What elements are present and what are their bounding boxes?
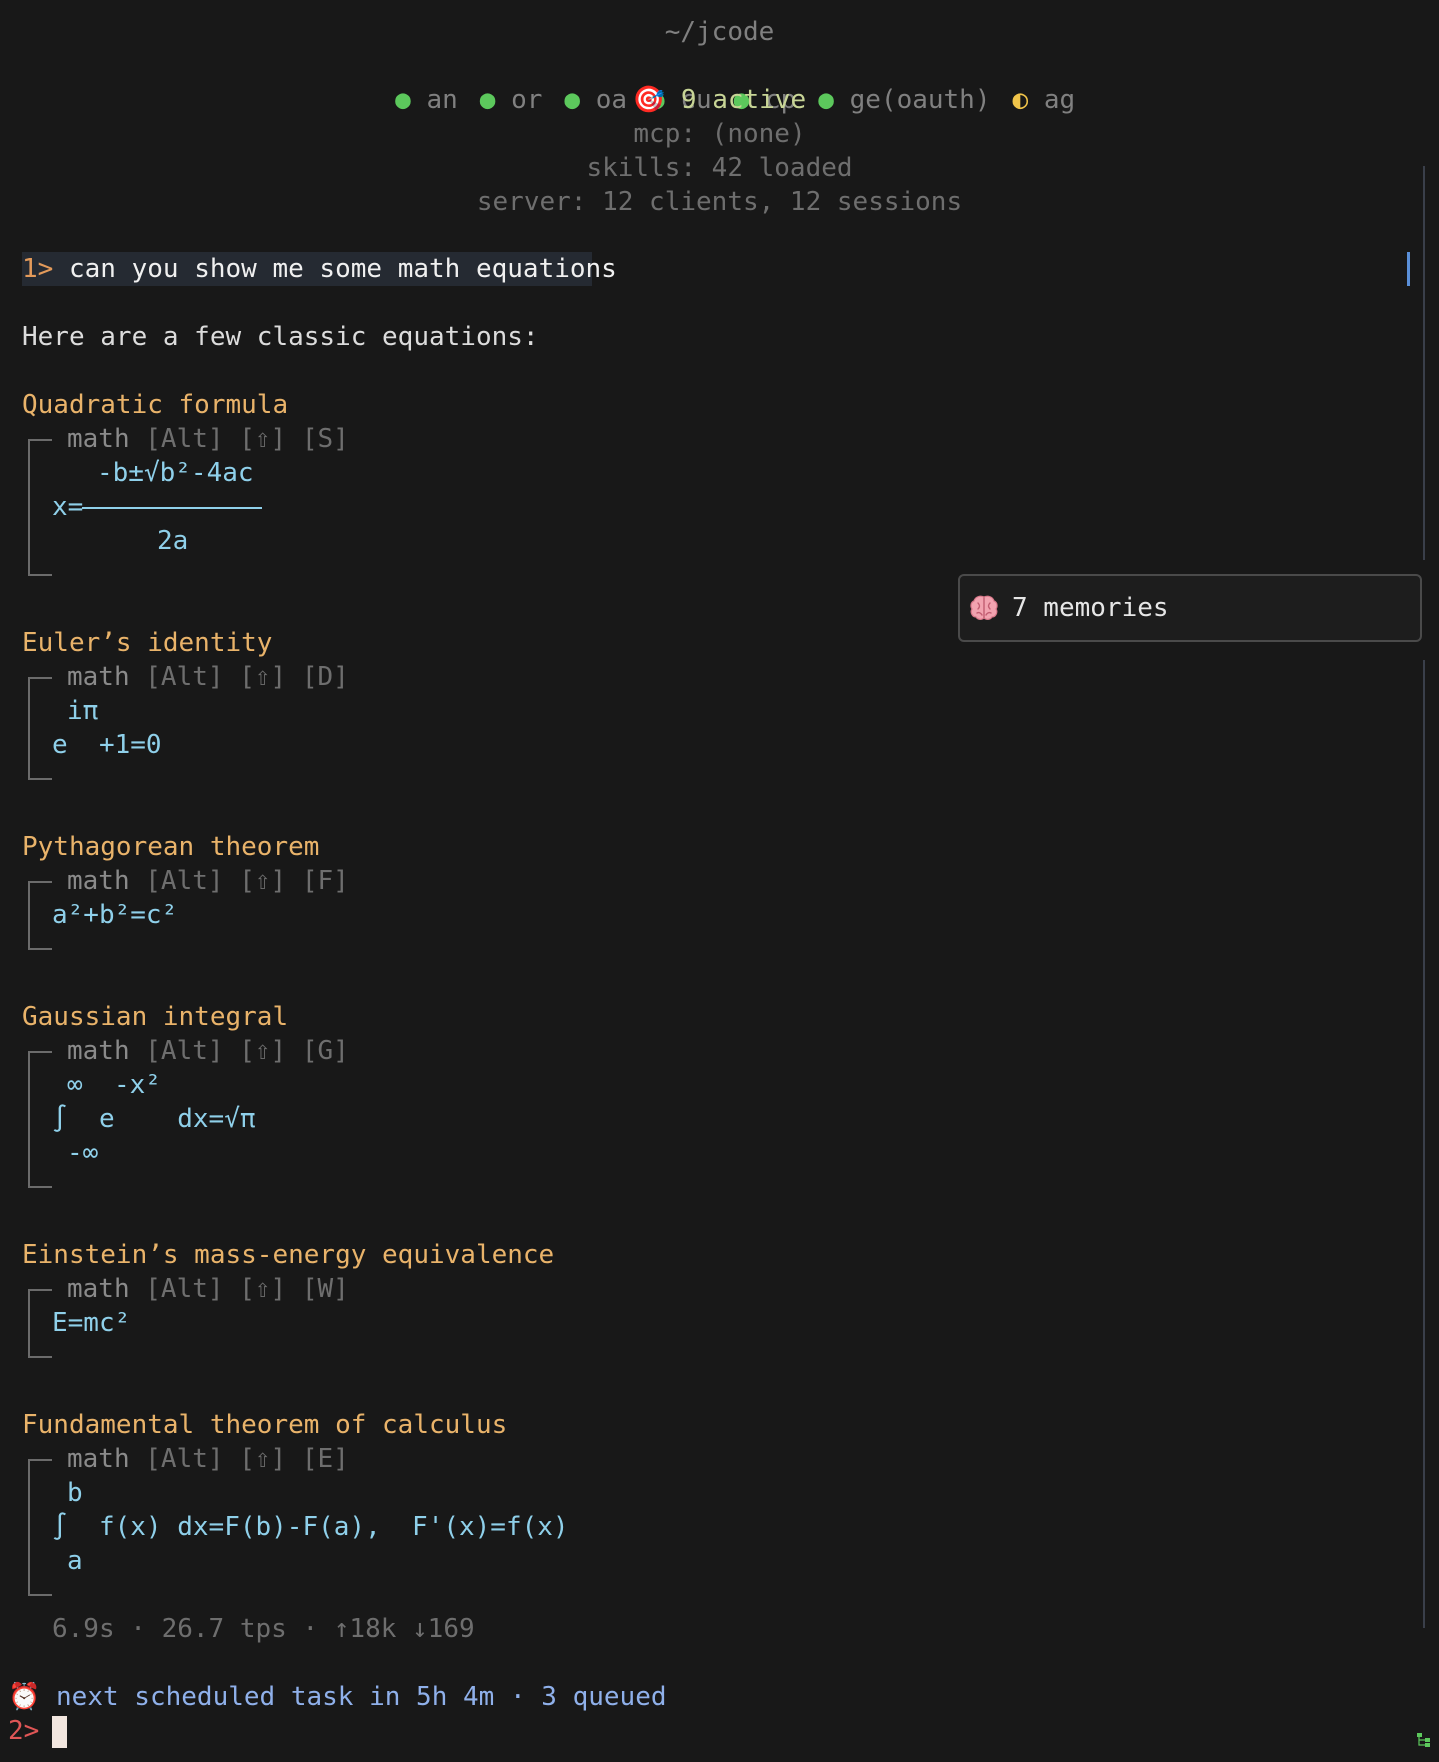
active-sessions: 🎯 9 active — [632, 85, 807, 115]
user-message[interactable]: 1> can you show me some math equations — [22, 252, 617, 286]
equation-body: ∫ e dx=√π — [52, 1104, 256, 1134]
math-block-header[interactable]: math [Alt] [⇧] [E] — [67, 1442, 349, 1476]
prompt-number: 1> — [22, 254, 54, 284]
equation-superscript: iπ — [67, 696, 99, 726]
scrollbar-track-lower[interactable] — [1423, 660, 1425, 1628]
scrollbar-track-upper[interactable] — [1423, 166, 1425, 560]
input-prompt-number: 2> — [8, 1716, 40, 1746]
target-icon: 🎯 — [632, 85, 666, 115]
memories-panel[interactable]: 7 memories — [958, 574, 1422, 642]
brain-icon — [970, 595, 998, 620]
math-block-header[interactable]: math [Alt] [⇧] [G] — [67, 1034, 349, 1068]
integral-lower-limit: a — [67, 1546, 83, 1576]
input-cursor[interactable] — [52, 1716, 67, 1748]
equation-title: Einstein’s mass-energy equivalence — [22, 1240, 555, 1270]
skills-status: skills: 42 loaded — [586, 153, 853, 183]
equation-title: Euler’s identity — [22, 628, 273, 658]
equation-body: ∫ f(x) dx=F(b)-F(a), F'(x)=f(x) — [52, 1512, 569, 1542]
math-block-bracket — [28, 439, 52, 576]
math-block-bracket — [28, 1051, 52, 1188]
response-intro: Here are a few classic equations: — [22, 322, 539, 352]
scrollbar-thumb[interactable] — [1407, 252, 1410, 286]
memories-label: 7 memories — [1012, 593, 1169, 623]
integral-lower-limit: -∞ — [67, 1138, 99, 1168]
equation-numerator: -b±√b²-4ac — [97, 458, 254, 488]
math-block-bracket — [28, 677, 52, 780]
equation-title: Pythagorean theorem — [22, 832, 320, 862]
integral-upper-limit: ∞ -x² — [67, 1070, 161, 1100]
fraction-bar — [82, 507, 262, 509]
math-block-header[interactable]: math [Alt] [⇧] [S] — [67, 422, 349, 456]
user-message-text: can you show me some math equations — [68, 254, 617, 284]
response-stats: 6.9s · 26.7 tps · ↑18k ↓169 — [52, 1614, 475, 1644]
equation-body: e +1=0 — [52, 730, 162, 760]
scheduled-task-status: ⏰ next scheduled task in 5h 4m · 3 queue… — [8, 1682, 667, 1712]
math-block-bracket — [28, 1289, 52, 1358]
equation-lhs: x= — [52, 492, 84, 522]
server-status: server: 12 clients, 12 sessions — [476, 187, 963, 217]
working-directory: ~/jcode — [664, 17, 775, 47]
math-block-header[interactable]: math [Alt] [⇧] [W] — [67, 1272, 349, 1306]
integral-upper-limit: b — [67, 1478, 83, 1508]
mcp-status: mcp: (none) — [633, 119, 806, 149]
provider-status-row: ● an ● or ● oa ● cu ● cp ● ge(oauth) ◐ ag — [0, 49, 1439, 115]
equation-title: Gaussian integral — [22, 1002, 289, 1032]
equation-denominator: 2a — [157, 526, 189, 556]
alarm-clock-icon: ⏰ — [8, 1682, 41, 1712]
tree-status-icon — [1417, 1733, 1430, 1747]
equation-body: E=mc² — [52, 1308, 131, 1338]
math-block-header[interactable]: math [Alt] [⇧] [D] — [67, 660, 349, 694]
math-block-header[interactable]: math [Alt] [⇧] [F] — [67, 864, 349, 898]
math-block-bracket — [28, 881, 52, 950]
equation-title: Fundamental theorem of calculus — [22, 1410, 508, 1440]
equation-title: Quadratic formula — [22, 390, 289, 420]
math-block-bracket — [28, 1459, 52, 1596]
equation-body: a²+b²=c² — [52, 900, 178, 930]
